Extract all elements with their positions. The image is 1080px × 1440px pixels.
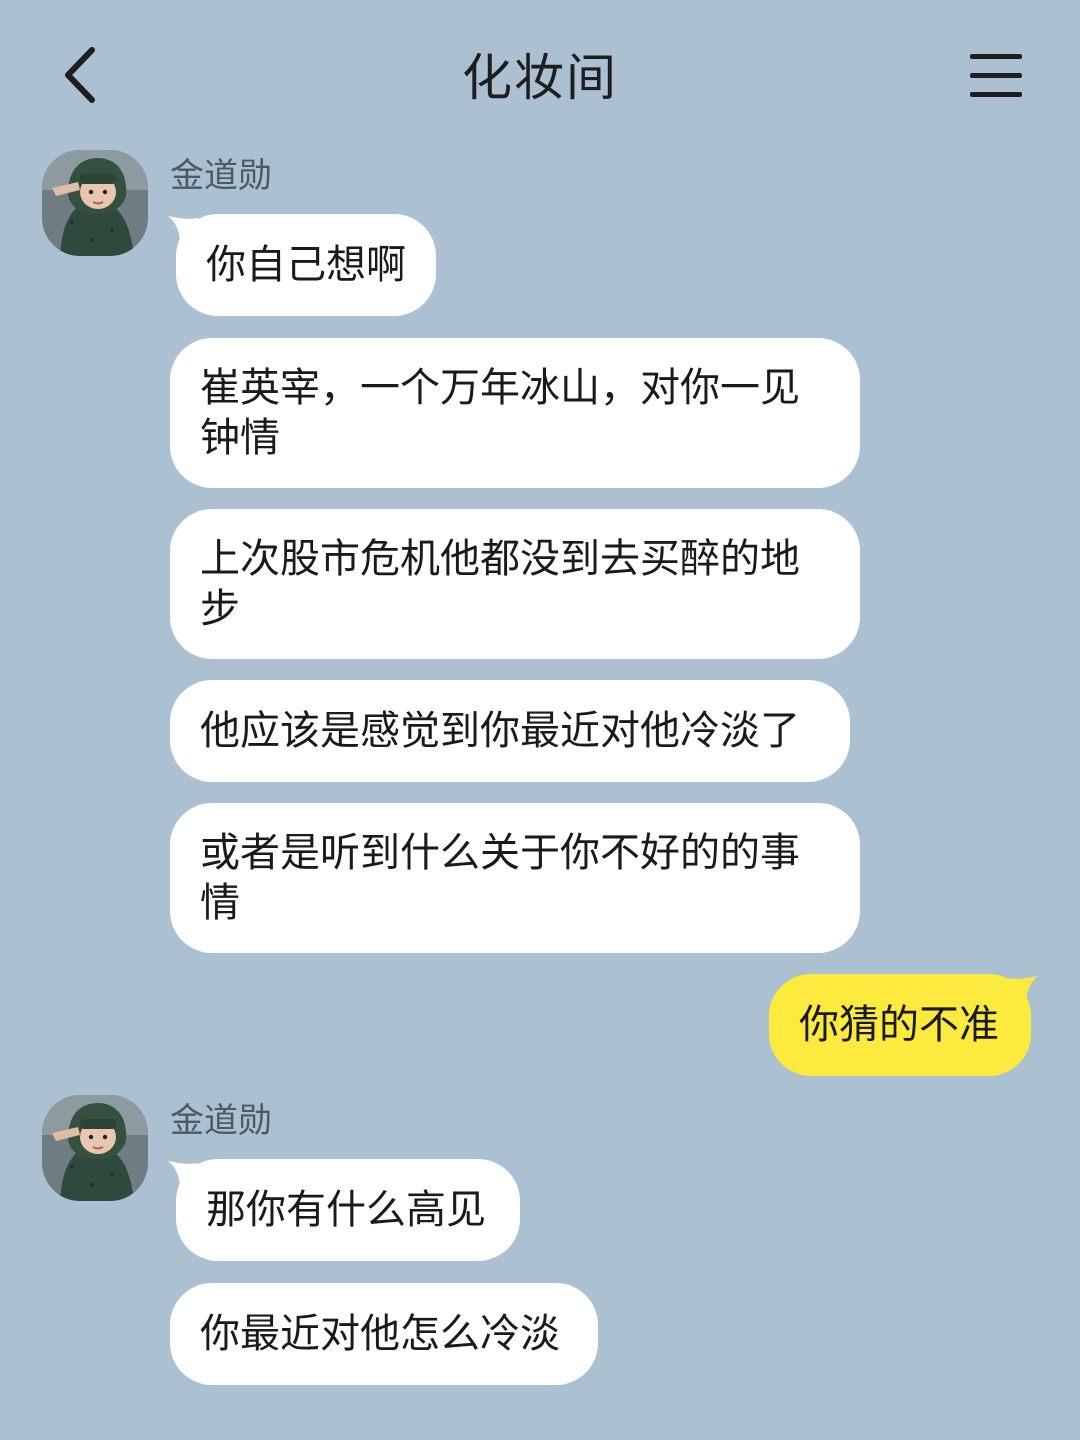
avatar-photo-icon	[42, 150, 148, 256]
avatar-photo-icon	[42, 1095, 148, 1201]
message-bubble[interactable]: 那你有什么高见	[176, 1159, 520, 1261]
sender-name: 金道勋	[170, 156, 272, 196]
message-text: 你最近对他怎么冷淡	[200, 1311, 560, 1357]
message-text: 那你有什么高见	[206, 1187, 486, 1233]
message-bubble[interactable]: 他应该是感觉到你最近对他冷淡了	[170, 680, 850, 782]
message-text: 上次股市危机他都没到去买醉的地步	[200, 536, 800, 632]
message-bubble[interactable]: 上次股市危机他都没到去买醉的地步	[170, 509, 860, 659]
message-bubble[interactable]: 崔英宰，一个万年冰山，对你一见钟情	[170, 338, 860, 488]
message-text: 他应该是感觉到你最近对他冷淡了	[200, 708, 800, 754]
message-bubble[interactable]: 你自己想啊	[176, 214, 436, 316]
message-text: 你自己想啊	[206, 242, 406, 288]
message-text: 或者是听到什么关于你不好的的事情	[200, 830, 800, 926]
message-bubble[interactable]: 或者是听到什么关于你不好的的事情	[170, 803, 860, 953]
message-bubble[interactable]: 你最近对他怎么冷淡	[170, 1283, 598, 1385]
message-text: 你猜的不准	[799, 1002, 999, 1048]
message-text: 崔英宰，一个万年冰山，对你一见钟情	[200, 365, 800, 461]
sender-avatar[interactable]	[42, 150, 148, 256]
outgoing-message-bubble[interactable]: 你猜的不准	[769, 974, 1031, 1076]
chat-title: 化妆间	[462, 49, 618, 107]
hamburger-menu-icon	[970, 54, 1022, 97]
menu-button[interactable]	[966, 50, 1026, 102]
sender-avatar[interactable]	[42, 1095, 148, 1201]
sender-name: 金道勋	[170, 1101, 272, 1141]
chat-header: 化妆间	[0, 0, 1080, 150]
